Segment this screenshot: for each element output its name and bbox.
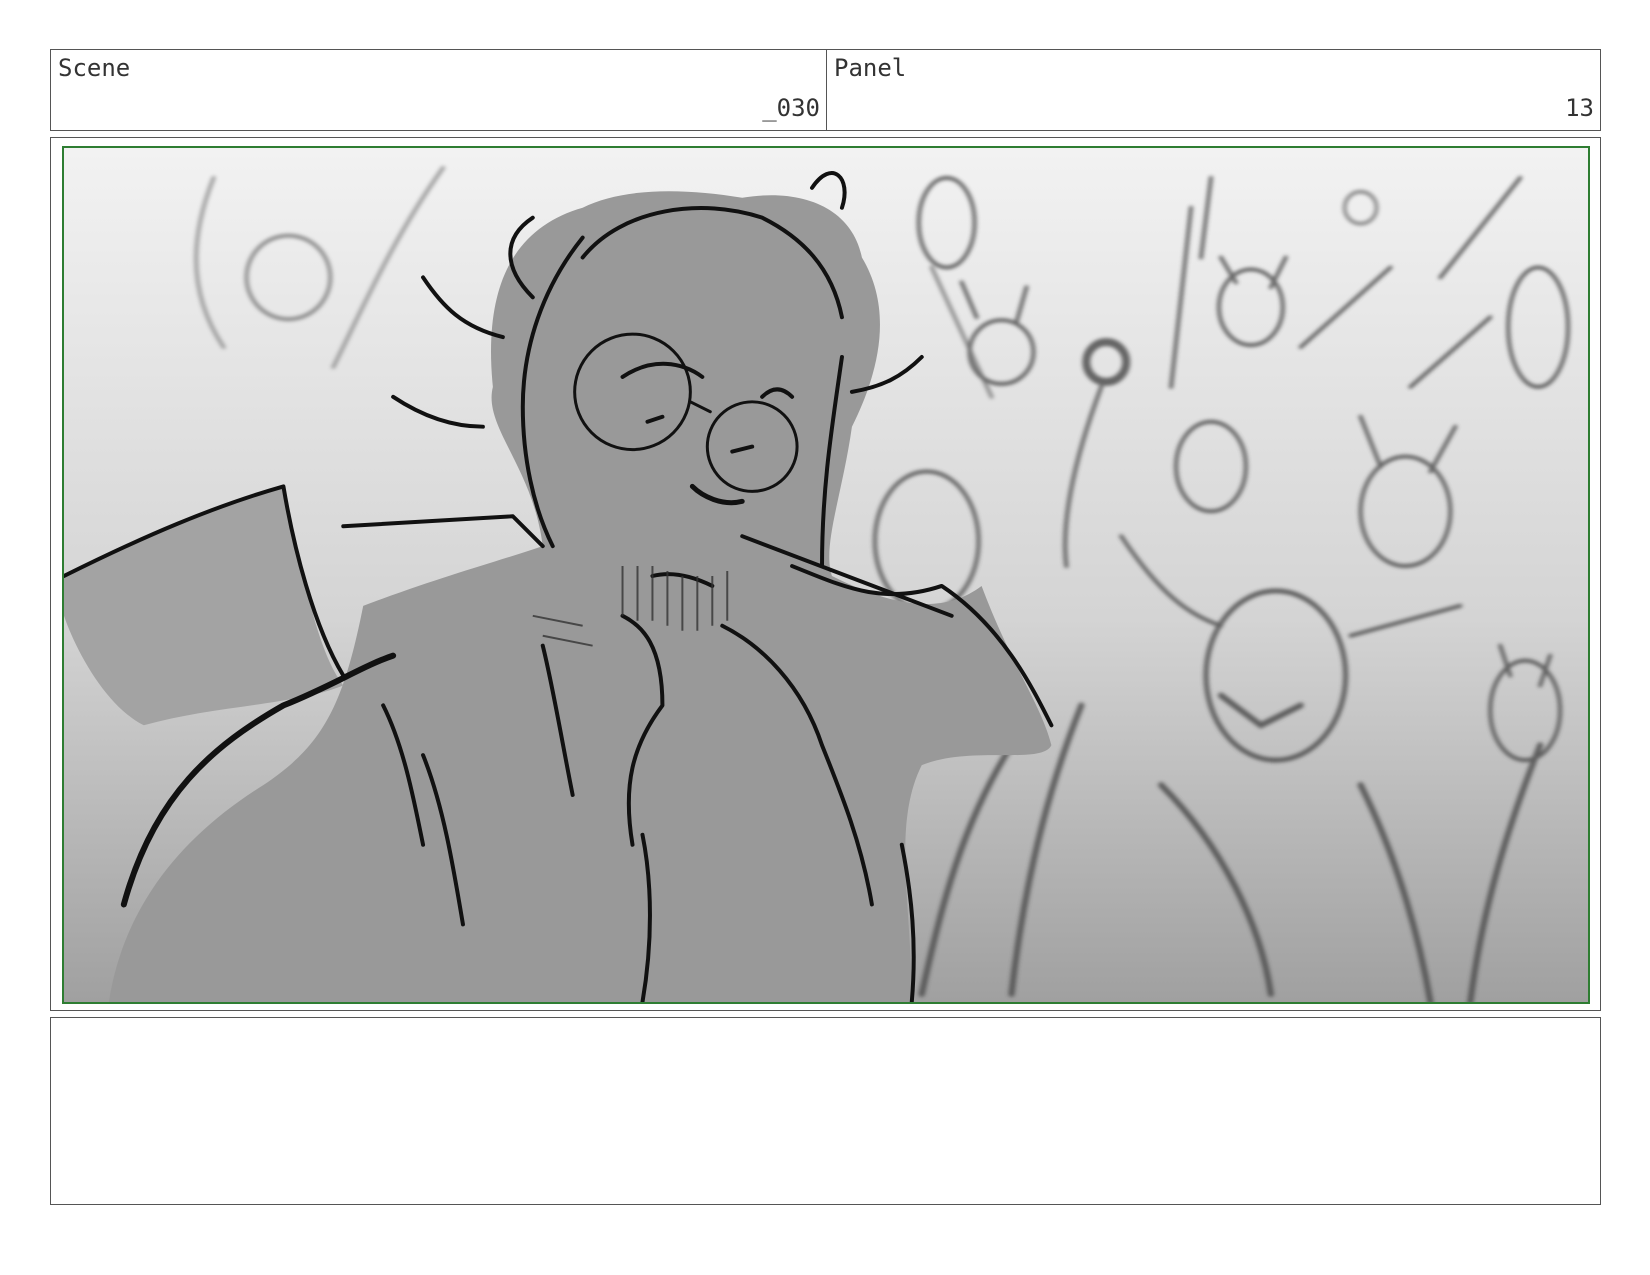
storyboard-artwork <box>62 146 1590 1004</box>
storyboard-frame <box>50 137 1601 1011</box>
scene-label: Scene <box>58 54 131 82</box>
panel-header: Scene _030 Panel 13 <box>50 49 1601 131</box>
panel-number: 13 <box>1565 94 1594 122</box>
panel-label: Panel <box>834 54 907 82</box>
scene-cell: Scene _030 <box>51 50 827 130</box>
panel-cell: Panel 13 <box>827 50 1600 130</box>
scene-number: _030 <box>762 94 820 122</box>
sketch-drawing <box>64 148 1588 1002</box>
notes-box <box>50 1017 1601 1205</box>
